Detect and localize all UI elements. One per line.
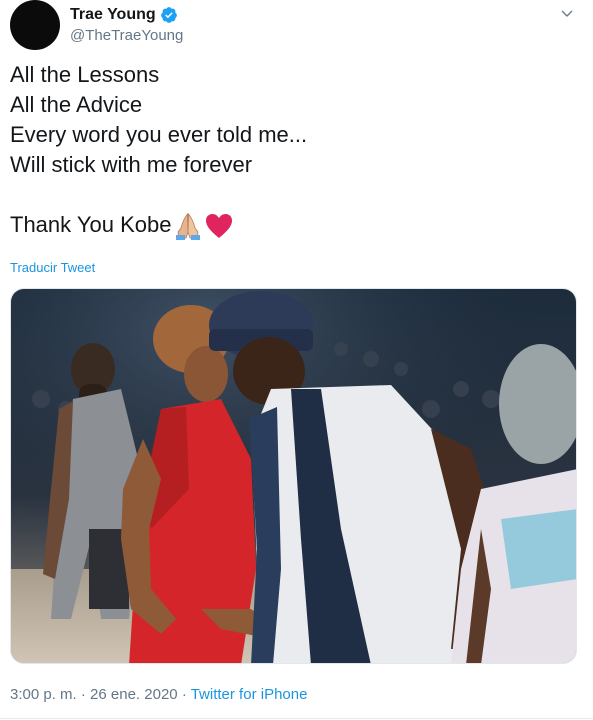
tweet-line: Will stick with me forever bbox=[10, 152, 253, 177]
chevron-down-icon[interactable] bbox=[559, 6, 575, 22]
tweet-line: All the Advice bbox=[10, 92, 143, 117]
translate-tweet-link[interactable]: Traducir Tweet bbox=[10, 260, 95, 275]
avatar[interactable] bbox=[10, 0, 60, 50]
tweet-line: Every word you ever told me... bbox=[10, 122, 308, 147]
tweet-header: Trae Young @TheTraeYoung bbox=[10, 0, 583, 56]
author-display-name[interactable]: Trae Young bbox=[70, 6, 156, 24]
tweet-photo[interactable] bbox=[10, 288, 577, 664]
meta-separator: · bbox=[80, 686, 86, 703]
tweet-source-link[interactable]: Twitter for iPhone bbox=[191, 686, 308, 703]
meta-separator: · bbox=[181, 686, 187, 703]
tweet-closing-text: Thank You Kobe bbox=[10, 212, 172, 237]
praying-hands-icon bbox=[176, 213, 201, 241]
tweet-text: All the Lessons All the Advice Every wor… bbox=[10, 60, 570, 241]
author-handle[interactable]: @TheTraeYoung bbox=[70, 27, 183, 44]
author-name-row: Trae Young bbox=[70, 6, 178, 24]
verified-badge-icon bbox=[160, 7, 177, 23]
red-heart-icon bbox=[206, 214, 233, 239]
tweet-meta: 3:00 p. m. · 26 ene. 2020 · Twitter for … bbox=[10, 686, 307, 703]
tweet-date[interactable]: 26 ene. 2020 bbox=[90, 686, 178, 703]
photo-image bbox=[11, 289, 576, 663]
divider bbox=[0, 718, 593, 719]
tweet-line-closing: Thank You Kobe bbox=[10, 210, 570, 241]
tweet-time[interactable]: 3:00 p. m. bbox=[10, 686, 77, 703]
tweet-line-spacer bbox=[10, 180, 570, 210]
tweet-line: All the Lessons bbox=[10, 62, 160, 87]
